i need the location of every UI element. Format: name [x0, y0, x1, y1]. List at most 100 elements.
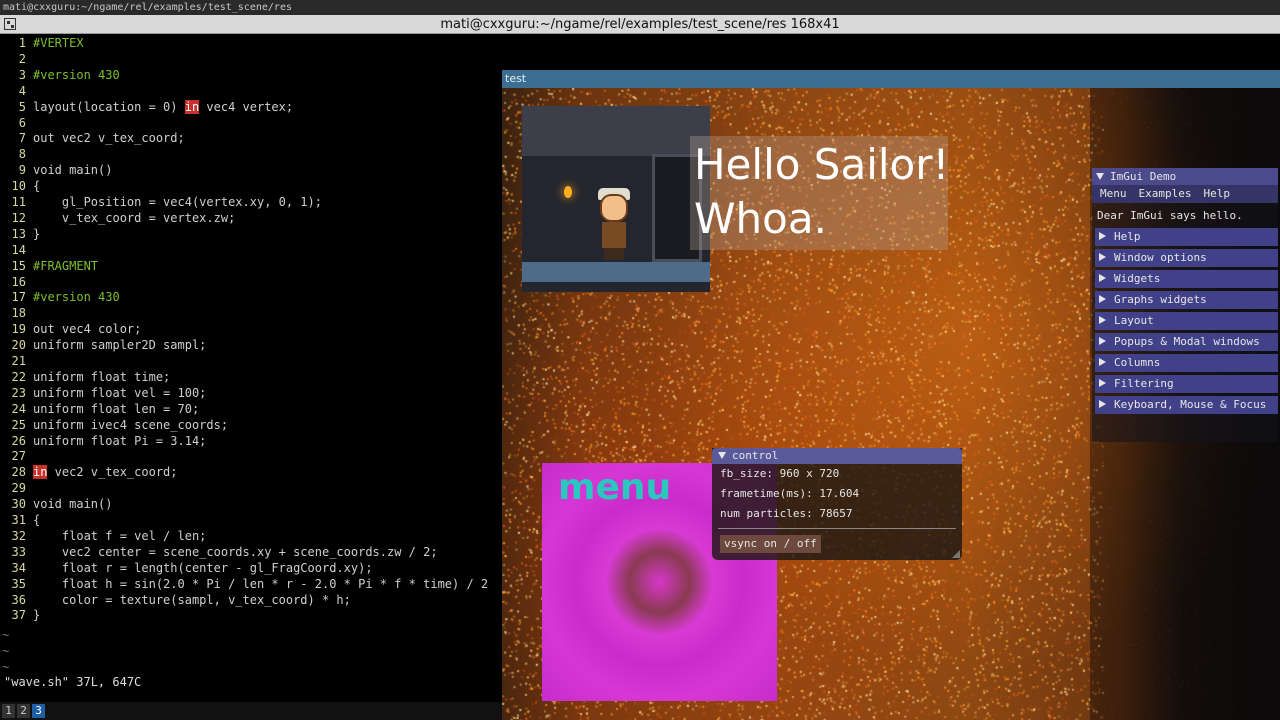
- expand-arrow-icon: [1099, 316, 1106, 324]
- code-line[interactable]: 12 v_tex_coord = vertex.zw;: [0, 210, 236, 226]
- line-number: 18: [11, 306, 26, 321]
- expand-arrow-icon: [1099, 358, 1106, 366]
- code-line[interactable]: 8: [0, 146, 33, 162]
- code-line[interactable]: 10 {: [0, 178, 41, 194]
- code-line[interactable]: 28 in vec2 v_tex_coord;: [0, 464, 178, 480]
- code-line[interactable]: 35 float h = sin(2.0 * Pi / len * r - 2.…: [0, 576, 489, 592]
- header-help[interactable]: Help: [1095, 228, 1278, 246]
- code-line[interactable]: 24 uniform float len = 70;: [0, 401, 200, 417]
- imgui-demo-titlebar[interactable]: ImGui Demo: [1092, 168, 1278, 185]
- code-line[interactable]: 37}: [0, 607, 41, 623]
- hero-head: [600, 194, 628, 222]
- menu-examples[interactable]: Examples: [1139, 187, 1192, 200]
- code-text: out vec2 v_tex_coord;: [33, 131, 185, 146]
- code-line[interactable]: 5 layout(location = 0) in vec4 vertex;: [0, 99, 293, 115]
- code-line[interactable]: 36 color = texture(sampl, v_tex_coord) *…: [0, 592, 351, 608]
- header-columns[interactable]: Columns: [1095, 354, 1278, 372]
- code-text: float r = length(center - gl_FragCoord.x…: [33, 560, 373, 575]
- code-line[interactable]: 16: [0, 274, 33, 290]
- code-line[interactable]: 29: [0, 480, 33, 496]
- header-window-options[interactable]: Window options: [1095, 249, 1278, 267]
- code-line[interactable]: 2: [0, 51, 33, 67]
- empty-line-marker: ~: [2, 644, 10, 658]
- keyword-in: in: [184, 99, 200, 114]
- header-label: Widgets: [1114, 272, 1161, 285]
- header-label: Columns: [1114, 356, 1161, 369]
- header-layout[interactable]: Layout: [1095, 312, 1278, 330]
- vsync-button[interactable]: vsync on / off: [720, 535, 821, 553]
- tab-3[interactable]: 3: [32, 704, 45, 718]
- code-line[interactable]: 30 void main(): [0, 496, 113, 512]
- header-keyboard-mouse-focus[interactable]: Keyboard, Mouse & Focus: [1095, 396, 1278, 414]
- line-number: 25: [11, 417, 26, 432]
- header-popups[interactable]: Popups & Modal windows: [1095, 333, 1278, 351]
- line-number: 33: [11, 544, 26, 559]
- collapse-arrow-icon[interactable]: [718, 452, 726, 459]
- code-line[interactable]: 11 gl_Position = vec4(vertex.xy, 0, 1);: [0, 194, 322, 210]
- code-line[interactable]: 14: [0, 242, 33, 258]
- code-line[interactable]: 33 vec2 center = scene_coords.xy + scene…: [0, 544, 438, 560]
- tab-1[interactable]: 1: [2, 704, 15, 718]
- expand-arrow-icon: [1099, 400, 1106, 408]
- code-line[interactable]: 22 uniform float time;: [0, 369, 171, 385]
- code-text: uniform ivec4 scene_coords;: [33, 417, 229, 432]
- game-canvas[interactable]: Hello Sailor! Whoa. menu ImGui Demo Menu…: [502, 88, 1280, 720]
- collapse-arrow-icon[interactable]: [1096, 173, 1104, 180]
- code-line[interactable]: 3 #version 430: [0, 67, 120, 83]
- hello-text: Hello Sailor! Whoa.: [694, 140, 950, 243]
- line-number: 26: [11, 433, 26, 448]
- code-line[interactable]: 1 #VERTEX: [0, 35, 84, 51]
- line-number: 32: [11, 528, 26, 543]
- header-label: Layout: [1114, 314, 1154, 327]
- header-filtering[interactable]: Filtering: [1095, 375, 1278, 393]
- imgui-demo-window[interactable]: ImGui Demo Menu Examples Help Dear ImGui s…: [1092, 168, 1278, 442]
- code-line[interactable]: 31 {: [0, 512, 41, 528]
- code-line[interactable]: 34 float r = length(center - gl_FragCoor…: [0, 560, 373, 576]
- control-window[interactable]: control fb_size: 960 x 720 frametime(ms)…: [712, 448, 962, 560]
- code-line[interactable]: 13}: [0, 226, 41, 242]
- menu-help[interactable]: Help: [1203, 187, 1230, 200]
- code-line[interactable]: 21: [0, 353, 33, 369]
- code-line[interactable]: 17 #version 430: [0, 289, 120, 305]
- line-number: 24: [11, 401, 26, 416]
- imgui-hello-text: Dear ImGui says hello.: [1097, 209, 1243, 222]
- game-window[interactable]: test Hello Sailor! Whoa. menu ImGui Demo…: [502, 70, 1280, 720]
- code-line[interactable]: 18: [0, 305, 33, 321]
- empty-line-marker: ~: [2, 660, 10, 674]
- code-line[interactable]: 15 #FRAGMENT: [0, 258, 98, 274]
- code-text: void main(): [33, 163, 113, 178]
- code-text: uniform float len = 70;: [33, 401, 200, 416]
- code-line[interactable]: 19 out vec4 color;: [0, 321, 142, 337]
- code-text: layout(location = 0) in vec4 vertex;: [33, 99, 294, 114]
- tmux-tab-bar: 1 2 3: [0, 702, 502, 720]
- resize-grip-icon[interactable]: [952, 550, 960, 558]
- code-line[interactable]: 7 out vec2 v_tex_coord;: [0, 130, 185, 146]
- code-line[interactable]: 9 void main(): [0, 162, 113, 178]
- expand-arrow-icon: [1099, 274, 1106, 282]
- header-widgets[interactable]: Widgets: [1095, 270, 1278, 288]
- dungeon-floor: [522, 262, 710, 282]
- system-bar: mati@cxxguru:~/ngame/rel/examples/test_s…: [0, 0, 1280, 15]
- code-line[interactable]: 26 uniform float Pi = 3.14;: [0, 433, 207, 449]
- game-window-title[interactable]: test: [502, 70, 1280, 88]
- code-line[interactable]: 20 uniform sampler2D sampl;: [0, 337, 207, 353]
- line-number: 30: [11, 497, 26, 512]
- line-number: 35: [11, 576, 26, 591]
- line-number: 31: [11, 513, 26, 527]
- vim-editor[interactable]: 1 #VERTEX 2 3 #version 430 4 5 layout(location …: [0, 34, 502, 702]
- torch-icon: [564, 186, 572, 198]
- tab-2[interactable]: 2: [17, 704, 30, 718]
- sprite-scene: [522, 106, 710, 292]
- header-graphs-widgets[interactable]: Graphs widgets: [1095, 291, 1278, 309]
- code-line[interactable]: 23 uniform float vel = 100;: [0, 385, 207, 401]
- code-line[interactable]: 4: [0, 83, 33, 99]
- code-text: #version 430: [33, 290, 120, 305]
- code-text: void main(): [33, 497, 113, 512]
- code-line[interactable]: 6: [0, 115, 33, 131]
- code-line[interactable]: 27: [0, 448, 33, 464]
- code-line[interactable]: 32 float f = vel / len;: [0, 528, 207, 544]
- code-line[interactable]: 25 uniform ivec4 scene_coords;: [0, 417, 229, 433]
- menu-label: menu: [558, 467, 672, 508]
- control-titlebar[interactable]: control: [712, 448, 962, 464]
- menu-menu[interactable]: Menu: [1100, 187, 1127, 200]
